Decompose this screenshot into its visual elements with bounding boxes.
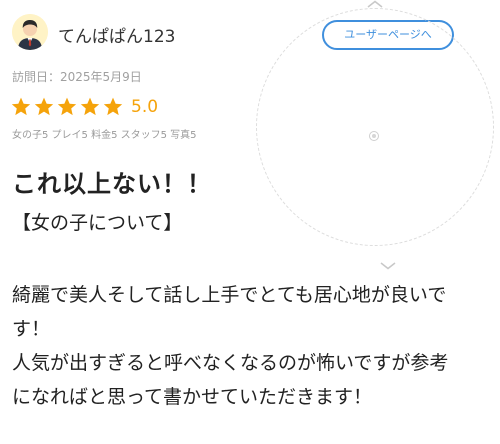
user-avatar-icon[interactable] (12, 14, 48, 50)
review-title: これ以上ない！！ (12, 170, 212, 198)
star-icon (56, 96, 78, 118)
section-heading: 【女の子について】 (12, 212, 183, 234)
username[interactable]: てんぱぱん123 (58, 22, 175, 47)
review-body-line: す！ (12, 318, 51, 340)
visit-date: 訪問日：2025年5月9日 (12, 70, 142, 84)
loader-circle (256, 8, 494, 246)
star-icon (33, 96, 55, 118)
review-body-line: になればと思って書かせていただきます！ (12, 386, 373, 408)
star-icon (10, 96, 32, 118)
review-body-line: 綺麗で美人そして話し上手でとても居心地が良いで (12, 284, 447, 306)
review-body-line: 人気が出すぎると呼べなくなるのが怖いですが参考 (12, 352, 449, 374)
chevron-down-icon[interactable] (380, 262, 396, 270)
star-icon (102, 96, 124, 118)
loader-center-icon (369, 131, 379, 141)
rating-value: 5.0 (131, 97, 159, 117)
subratings: 女の子5 プレイ5 料金5 スタッフ5 写真5 (12, 130, 197, 141)
star-rating (10, 96, 125, 118)
review-body: 綺麗で美人そして話し上手でとても居心地が良いで す！ 人気が出すぎると呼べなくな… (12, 278, 490, 414)
rating-row: 5.0 (10, 94, 158, 120)
star-icon (79, 96, 101, 118)
chevron-up-icon[interactable] (367, 0, 383, 8)
